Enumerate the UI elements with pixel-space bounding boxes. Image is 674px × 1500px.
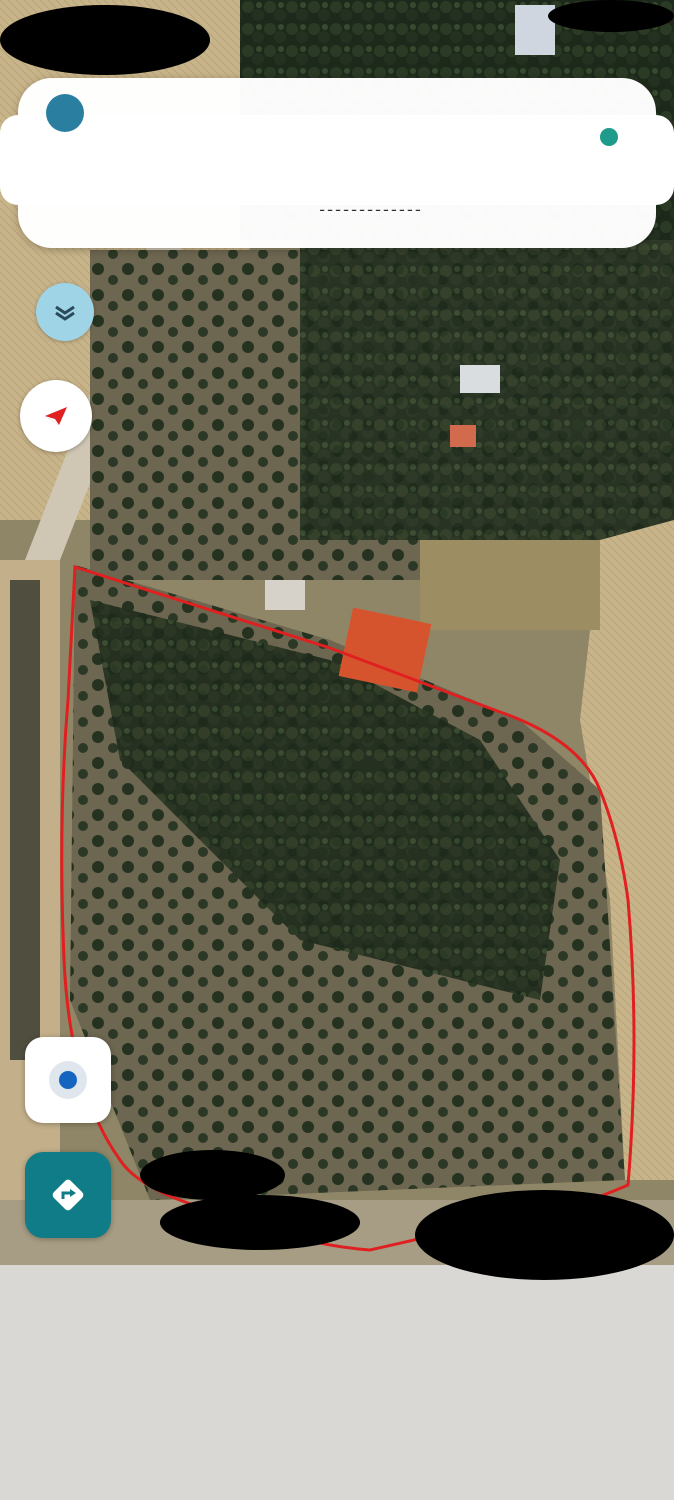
app-logo-icon xyxy=(46,94,84,132)
redaction-bottom-left xyxy=(140,1150,285,1200)
redaction-bottom-left-2 xyxy=(160,1195,360,1250)
compass-icon xyxy=(45,407,67,425)
location-dot xyxy=(59,1071,77,1089)
voice-search-icon[interactable] xyxy=(600,128,618,146)
redaction-top-right xyxy=(548,0,674,32)
redaction-bottom-right xyxy=(415,1190,674,1280)
compass-button[interactable] xyxy=(20,380,92,452)
my-location-button[interactable] xyxy=(25,1037,111,1123)
directions-icon xyxy=(52,1179,84,1211)
layers-chevron-icon xyxy=(55,305,75,321)
directions-button[interactable] xyxy=(25,1152,111,1238)
layers-button[interactable] xyxy=(36,283,94,341)
search-subtitle: ـ ـ ـ ـ ـ ـ ـ ـ ـ ـ ـ ـ ـ xyxy=(320,198,420,214)
search-card-overlay xyxy=(0,115,674,205)
my-location-icon xyxy=(49,1061,87,1099)
redaction-top-left xyxy=(0,5,210,75)
